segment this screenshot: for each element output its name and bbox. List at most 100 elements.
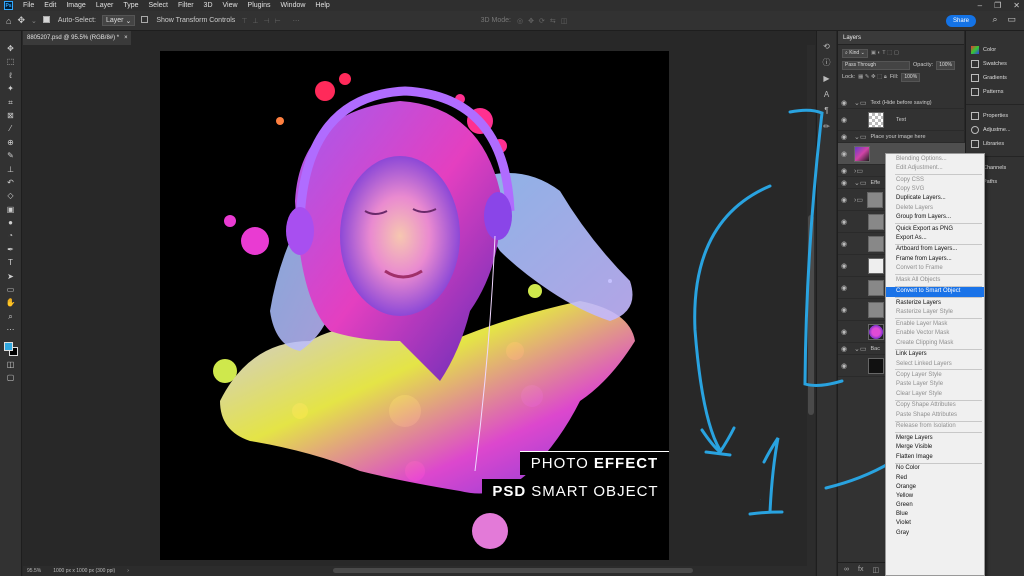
visibility-eye-icon[interactable]: ◉	[838, 196, 850, 204]
frame-icon[interactable]: ⊠	[4, 111, 18, 120]
menu-item-artboard-from-layers[interactable]: Artboard from Layers...	[886, 245, 984, 254]
layer-row[interactable]: ◉ ⌄▭ Place your image here	[838, 131, 965, 143]
menu-window[interactable]: Window	[276, 2, 311, 9]
menu-item-rasterize-layers[interactable]: Rasterize Layers	[886, 299, 984, 308]
menu-help[interactable]: Help	[310, 2, 334, 9]
panel-adjustments[interactable]: Adjustme...	[966, 123, 1024, 137]
menu-edit[interactable]: Edit	[39, 2, 61, 9]
eyedropper-icon[interactable]: ⁄	[4, 125, 18, 133]
visibility-eye-icon[interactable]: ◉	[838, 240, 850, 248]
blur-icon[interactable]: ●	[4, 219, 18, 227]
pen-icon[interactable]: ✒	[4, 245, 18, 254]
menu-3d[interactable]: 3D	[199, 2, 218, 9]
zoom-icon[interactable]: ⌕	[4, 312, 18, 321]
3d-tool-icons[interactable]: ◎✥⟳⇆◫	[517, 17, 572, 25]
quick-mask-icon[interactable]: ◫	[4, 360, 18, 369]
marquee-icon[interactable]: ⬚	[4, 58, 18, 66]
menu-layer[interactable]: Layer	[91, 2, 119, 9]
crop-icon[interactable]: ⌗	[4, 98, 18, 107]
visibility-eye-icon[interactable]: ◉	[838, 345, 850, 353]
share-button[interactable]: Share	[945, 15, 976, 27]
panel-properties[interactable]: Properties	[966, 109, 1024, 123]
visibility-eye-icon[interactable]: ◉	[838, 99, 850, 107]
tool-preset-chevron-icon[interactable]: ⌄	[31, 17, 37, 25]
fill-input[interactable]: 100%	[901, 72, 921, 82]
close-icon[interactable]: ✕	[1013, 1, 1020, 10]
search-icon[interactable]: ⌕	[992, 14, 997, 25]
auto-select-checkbox[interactable]	[42, 16, 52, 25]
visibility-eye-icon[interactable]: ◉	[838, 262, 850, 270]
actions-icon[interactable]: ▶	[820, 75, 834, 83]
character-icon[interactable]: A	[820, 91, 834, 99]
layer-row[interactable]: ◉ ⌄▭ Text (Hide before saving)	[838, 97, 965, 109]
kind-filter[interactable]: ⌕ Kind ⌄	[842, 48, 868, 58]
menu-item-merge-layers[interactable]: Merge Layers	[886, 434, 984, 443]
menu-view[interactable]: View	[218, 2, 243, 9]
history-icon[interactable]: ⟲	[820, 43, 834, 51]
panel-libraries[interactable]: Libraries	[966, 137, 1024, 151]
menu-item-orange[interactable]: Orange	[886, 483, 984, 492]
visibility-eye-icon[interactable]: ◉	[838, 179, 850, 187]
menu-item-gray[interactable]: Gray	[886, 529, 984, 538]
menu-item-green[interactable]: Green	[886, 501, 984, 510]
menu-image[interactable]: Image	[61, 2, 90, 9]
menu-type[interactable]: Type	[118, 2, 143, 9]
visibility-eye-icon[interactable]: ◉	[838, 218, 850, 226]
more-tools-icon[interactable]: ⋯	[4, 326, 18, 334]
menu-item-group-from-layers[interactable]: Group from Layers...	[886, 213, 984, 222]
panel-patterns[interactable]: Patterns	[966, 85, 1024, 99]
menu-item-violet[interactable]: Violet	[886, 519, 984, 528]
visibility-eye-icon[interactable]: ◉	[838, 116, 850, 124]
visibility-eye-icon[interactable]: ◉	[838, 167, 850, 175]
tab-close-icon[interactable]: ×	[124, 35, 128, 41]
panel-swatches[interactable]: Swatches	[966, 57, 1024, 71]
menu-item-convert-to-smart-object[interactable]: Convert to Smart Object	[886, 287, 984, 297]
maximize-icon[interactable]: ❐	[994, 1, 1001, 10]
visibility-eye-icon[interactable]: ◉	[838, 328, 850, 336]
zoom-level[interactable]: 95.5%	[27, 568, 41, 574]
menu-file[interactable]: File	[18, 2, 39, 9]
align-icons[interactable]: ⊤⊥⊣⊢ ⋯	[241, 17, 304, 25]
magic-wand-icon[interactable]: ✦	[4, 85, 18, 93]
healing-icon[interactable]: ⊕	[4, 138, 18, 147]
menu-item-flatten-image[interactable]: Flatten Image	[886, 453, 984, 462]
panel-color[interactable]: Color	[966, 43, 1024, 57]
lasso-icon[interactable]: ℓ	[4, 71, 18, 80]
menu-item-quick-export-as-png[interactable]: Quick Export as PNG	[886, 225, 984, 234]
foreground-color-swatch[interactable]	[3, 341, 13, 351]
brush-icon[interactable]: ✎	[4, 152, 18, 160]
menu-item-red[interactable]: Red	[886, 474, 984, 483]
workspace-icon[interactable]: ▭	[1007, 14, 1016, 25]
layer-row[interactable]: ◉ Text	[838, 109, 965, 131]
vertical-scrollbar[interactable]	[807, 45, 815, 566]
path-select-icon[interactable]: ➤	[4, 272, 18, 281]
color-swatches[interactable]	[3, 341, 18, 356]
paragraph-icon[interactable]: ¶	[820, 107, 834, 115]
menu-item-export-as[interactable]: Export As...	[886, 234, 984, 243]
layers-tab[interactable]: Layers	[838, 31, 964, 45]
horizontal-scroll-thumb[interactable]	[333, 568, 693, 573]
visibility-eye-icon[interactable]: ◉	[838, 133, 850, 141]
menu-filter[interactable]: Filter	[173, 2, 199, 9]
visibility-eye-icon[interactable]: ◉	[838, 306, 850, 314]
menu-item-frame-from-layers[interactable]: Frame from Layers...	[886, 255, 984, 264]
canvas-area[interactable]: PHOTO EFFECT PSD SMART OBJECT	[23, 45, 807, 566]
rectangle-icon[interactable]: ▭	[4, 286, 18, 294]
menu-item-link-layers[interactable]: Link Layers	[886, 350, 984, 359]
menu-item-duplicate-layers[interactable]: Duplicate Layers...	[886, 194, 984, 203]
filter-icons[interactable]: ▣ ◐ T ⬚ ▢	[871, 50, 899, 56]
home-icon[interactable]: ⌂	[6, 16, 11, 26]
menu-item-yellow[interactable]: Yellow	[886, 492, 984, 501]
opacity-input[interactable]: 100%	[936, 60, 955, 70]
move-tool-icon[interactable]: ✥	[17, 15, 25, 26]
visibility-eye-icon[interactable]: ◉	[838, 284, 850, 292]
screen-mode-icon[interactable]: ▢	[4, 374, 18, 382]
status-arrow-icon[interactable]: ›	[127, 568, 129, 574]
vertical-scroll-thumb[interactable]	[808, 215, 814, 415]
menu-item-merge-visible[interactable]: Merge Visible	[886, 443, 984, 452]
brushes-icon[interactable]: ✏	[820, 123, 834, 131]
info-icon[interactable]: ⓘ	[820, 59, 834, 67]
visibility-eye-icon[interactable]: ◉	[838, 362, 850, 370]
menu-select[interactable]: Select	[144, 2, 173, 9]
menu-item-no-color[interactable]: No Color	[886, 464, 984, 473]
